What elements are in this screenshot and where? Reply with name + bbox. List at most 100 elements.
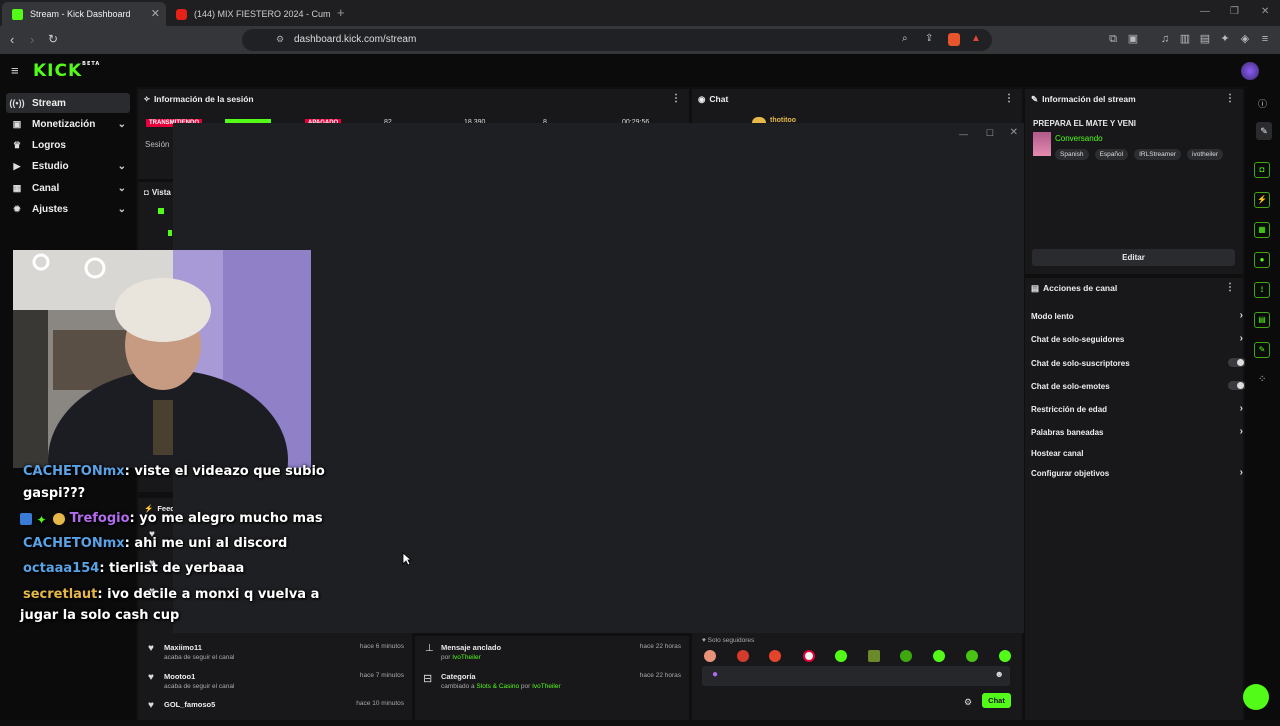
url-field[interactable]: ⚙ dashboard.kick.com/stream ⌕ ⇪ ▲ [242, 29, 992, 51]
widget-wrench-icon[interactable]: ✎ [1254, 342, 1270, 358]
action-solo-emotes[interactable]: Chat de solo-emotes [1031, 381, 1246, 391]
back-icon[interactable]: ‹ [10, 32, 14, 47]
pinned-user-link[interactable]: IvoTheiler [452, 654, 481, 661]
toggle-switch[interactable] [1228, 381, 1246, 390]
tag-chip[interactable]: ivotheiler [1187, 149, 1224, 160]
toggle-switch[interactable] [1228, 358, 1246, 367]
more-options-icon[interactable]: ⋮ [1225, 282, 1235, 293]
sidebar-item-estudio[interactable]: ▶ Estudio ⌄ [6, 156, 130, 176]
tag-chip[interactable]: Spanish [1055, 149, 1089, 160]
browser-tab-youtube[interactable]: (144) MIX FIESTERO 2024 - Cumbia 7 [166, 2, 330, 26]
sidebar-item-logros[interactable]: ♛ Logros [6, 135, 130, 155]
restore-window-icon[interactable]: ❐ [1230, 6, 1239, 17]
action-hostear-canal[interactable]: Hostear canal [1031, 449, 1241, 458]
emote-icon[interactable] [704, 650, 716, 662]
edit-stream-button[interactable]: Editar [1032, 249, 1235, 266]
emote-icon[interactable] [803, 650, 815, 662]
microphone-icon[interactable]: ● [712, 669, 718, 680]
sidebar-toggle-icon[interactable]: ▥ [1179, 33, 1191, 45]
screenshot-icon[interactable]: ▣ [1127, 33, 1139, 45]
action-solo-suscriptores[interactable]: Chat de solo-suscriptores [1031, 358, 1246, 368]
widget-broadcast-icon[interactable]: ⟟ [1254, 282, 1270, 298]
feed-username[interactable]: GOL_famoso5 [164, 700, 215, 709]
emote-icon[interactable] [868, 650, 880, 662]
widget-bolt-icon[interactable]: ⚡ [1254, 192, 1270, 208]
pulse-icon: ⟣ [144, 94, 150, 103]
reload-icon[interactable]: ↻ [48, 32, 58, 46]
tag-chip[interactable]: IRLStreamer [1134, 149, 1181, 160]
tag-chip[interactable]: Español [1094, 149, 1129, 160]
action-restriccion-edad[interactable]: Restricción de edad › [1031, 403, 1243, 414]
widget-chat-icon[interactable]: ● [1254, 252, 1270, 268]
chevron-right-icon: › [1239, 467, 1243, 478]
sparkle-badge-icon: ✦ [36, 512, 47, 527]
close-window-icon[interactable]: ✕ [1261, 6, 1269, 17]
action-palabras-baneadas[interactable]: Palabras baneadas › [1031, 426, 1243, 437]
emoji-icon[interactable]: ☻ [995, 669, 1004, 679]
hamburger-menu-icon[interactable]: ≡ [11, 63, 19, 78]
stream-category[interactable]: Conversando [1055, 134, 1103, 143]
widget-camera-icon[interactable]: ◘ [1254, 162, 1270, 178]
overlay-chat-line: CACHETONmx: viste el videazo que subio [23, 464, 325, 479]
minimize-popup-icon[interactable]: — [959, 129, 968, 139]
maximize-popup-icon[interactable]: ☐ [986, 128, 994, 139]
close-tab-icon[interactable]: ✕ [151, 7, 160, 20]
close-popup-icon[interactable]: ✕ [1010, 127, 1018, 138]
zoom-icon[interactable]: ⌕ [902, 33, 908, 44]
user-avatar[interactable] [1241, 62, 1259, 80]
webcam-feed [13, 250, 311, 468]
info-icon[interactable]: ⓘ [1258, 97, 1267, 110]
brave-shield-icon[interactable] [948, 33, 960, 46]
brave-rewards-icon[interactable]: ▲ [971, 33, 981, 44]
sidebar-item-ajustes[interactable]: ✹ Ajustes ⌄ [6, 199, 130, 219]
edit-layout-icon[interactable]: ✎ [1256, 122, 1272, 140]
emote-icon[interactable] [999, 650, 1011, 662]
menu-icon[interactable]: ≡ [1259, 33, 1271, 45]
sidebar-item-stream[interactable]: ((•)) Stream [6, 93, 130, 113]
more-options-icon[interactable]: ⋮ [671, 93, 681, 104]
feed-username[interactable]: Maxiimo11 [164, 643, 202, 652]
feed-username[interactable]: Mootoo1 [164, 672, 195, 681]
emote-icon[interactable] [737, 650, 749, 662]
browser-tab-kick[interactable]: Stream - Kick Dashboard ✕ [2, 2, 166, 26]
category-user-link[interactable]: IvoTheiler [532, 683, 561, 690]
stream-tags: Spanish Español IRLStreamer ivotheiler [1055, 147, 1226, 160]
more-options-icon[interactable]: ⋮ [1004, 93, 1014, 104]
chat-settings-icon[interactable]: ⚙ [964, 697, 972, 708]
emote-icon[interactable] [835, 650, 847, 662]
more-options-icon[interactable]: ⋮ [1225, 93, 1235, 104]
sidebar-item-label: Ajustes [32, 203, 69, 215]
chat-input[interactable]: ● ☻ [702, 666, 1010, 686]
site-settings-icon[interactable]: ⚙ [276, 34, 284, 45]
share-icon[interactable]: ⇪ [925, 33, 933, 44]
support-chat-icon[interactable] [1243, 684, 1269, 710]
category-link[interactable]: Slots & Casino [476, 683, 519, 690]
kick-logo[interactable]: KICKBETA [33, 61, 100, 81]
sidebar-item-label: Estudio [32, 160, 69, 172]
chat-message: : viste el videazo que subio [124, 464, 325, 479]
wallet-icon[interactable]: ▤ [1199, 33, 1211, 45]
music-icon[interactable]: ♫ [1159, 33, 1171, 45]
extensions-icon[interactable]: ⧉ [1107, 33, 1119, 45]
forward-icon[interactable]: › [30, 32, 34, 47]
emote-icon[interactable] [769, 650, 781, 662]
badge-icon [20, 512, 32, 525]
widget-notes-icon[interactable]: ▦ [1254, 222, 1270, 238]
emote-icon[interactable] [933, 650, 945, 662]
beta-badge: BETA [82, 61, 101, 67]
sidebar-item-canal[interactable]: ▦ Canal ⌄ [6, 178, 130, 198]
emote-icon[interactable] [900, 650, 912, 662]
minimize-window-icon[interactable]: — [1200, 6, 1210, 17]
activity-panel: ⊥ Mensaje anclado por IvoTheiler hace 22… [415, 636, 689, 720]
vpn-icon[interactable]: ◈ [1239, 33, 1251, 45]
action-configurar-objetivos[interactable]: Configurar objetivos › [1031, 467, 1243, 478]
emote-icon[interactable] [966, 650, 978, 662]
action-solo-seguidores[interactable]: Chat de solo-seguidores › [1031, 333, 1243, 344]
chat-send-button[interactable]: Chat [982, 693, 1011, 708]
widget-layout-icon[interactable]: ▤ [1254, 312, 1270, 328]
sidebar-item-monetizacion[interactable]: ▣ Monetización ⌄ [6, 114, 130, 134]
action-modo-lento[interactable]: Modo lento › [1031, 310, 1243, 321]
add-widget-icon[interactable]: ⁘ [1258, 374, 1266, 385]
new-tab-icon[interactable]: + [337, 5, 345, 20]
leo-ai-icon[interactable]: ✦ [1219, 33, 1231, 45]
